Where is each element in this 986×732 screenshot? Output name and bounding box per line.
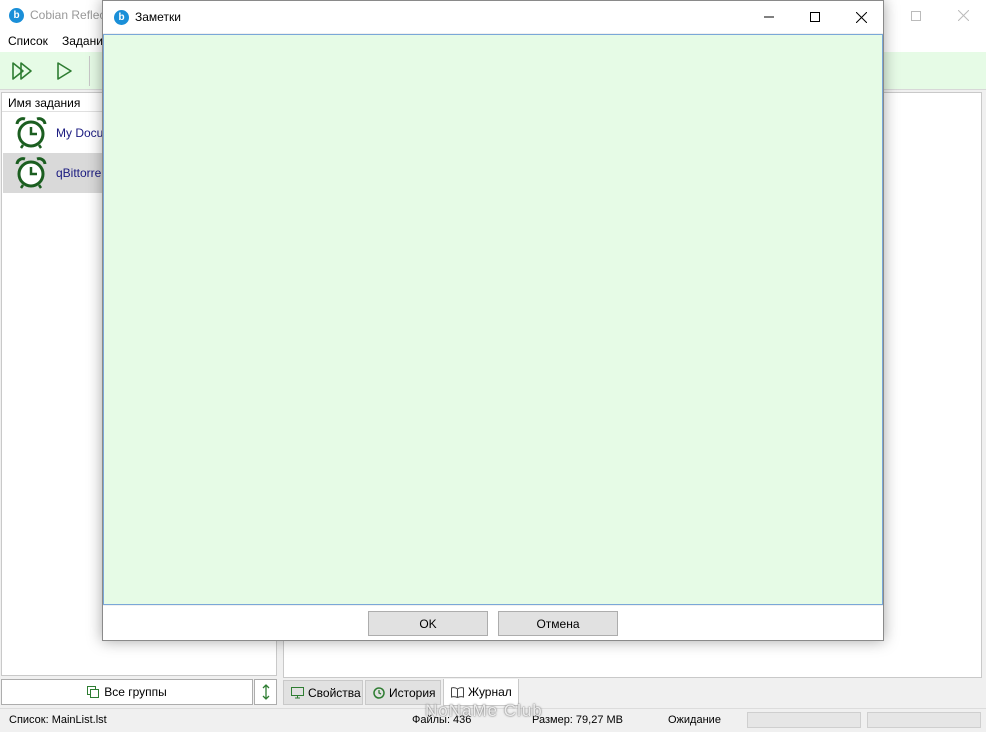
notes-textarea[interactable] [103,34,883,605]
monitor-icon [291,686,304,698]
task-name: My Docu [56,126,104,140]
cancel-button[interactable]: Отмена [498,611,618,636]
progress-bar [747,712,861,728]
notes-dialog: b Заметки OK Отмена [102,0,884,641]
close-icon [957,10,969,21]
maximize-button[interactable] [893,0,939,31]
dialog-footer: OK Отмена [103,606,883,640]
menu-list[interactable]: Список [8,34,48,48]
sort-button[interactable] [254,679,277,705]
groups-icon [87,686,100,698]
maximize-icon [810,12,820,22]
menu-tasks[interactable]: Задани [62,34,103,48]
alarm-clock-icon [15,157,47,189]
app-icon: b [114,10,129,25]
maximize-button[interactable] [792,1,838,33]
maximize-icon [911,10,921,21]
tab-properties[interactable]: Свойства [283,680,363,705]
minimize-button[interactable] [746,1,792,33]
status-list: Список: MainList.lst [9,714,107,726]
watermark: NoNaMe Club [425,701,543,720]
tab-label: История [389,685,436,700]
alarm-clock-icon [15,117,47,149]
task-name: qBittorre [56,166,102,180]
ok-button[interactable]: OK [368,611,488,636]
run-icon [57,62,72,80]
all-groups-button[interactable]: Все группы [1,679,253,705]
tab-label: Свойства [308,685,361,700]
run-all-icon [12,62,32,80]
app-icon: b [9,8,24,23]
run-button[interactable] [50,58,78,84]
history-icon [373,686,385,699]
book-icon [451,686,464,698]
main-window-title: Cobian Reflec [30,8,106,22]
sort-arrows-icon [262,684,269,700]
close-button[interactable] [838,1,884,33]
tab-label: Журнал [468,685,512,699]
close-icon [855,11,867,23]
status-size: Размер: 79,27 MB [532,714,624,726]
status-state: Ожидание [668,714,721,726]
toolbar-separator [89,56,90,86]
dialog-title: Заметки [135,10,181,24]
run-all-button[interactable] [9,58,37,84]
progress-bar [867,712,981,728]
minimize-icon [764,16,774,18]
all-groups-label: Все группы [104,685,167,699]
dialog-titlebar: b Заметки [103,1,883,33]
close-button[interactable] [940,0,986,31]
